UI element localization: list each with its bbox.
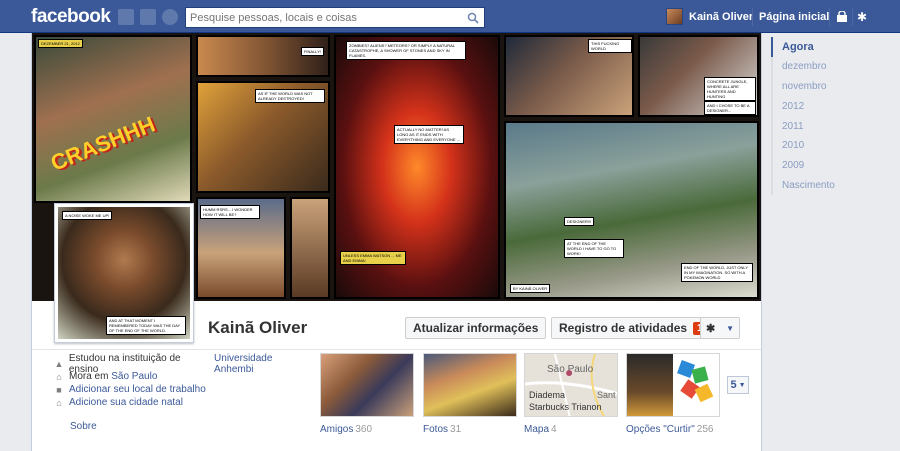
map-tile[interactable]: São Paulo Diadema Starbucks Trianon Sant… [524, 353, 618, 417]
more-count: 5 [730, 379, 737, 391]
photos-label[interactable]: Fotos 31 [423, 424, 461, 435]
profile-name[interactable]: Kainã Oliver [208, 318, 307, 338]
notifications-icon[interactable] [162, 9, 178, 25]
timeline-item-2012[interactable]: 2012 [771, 96, 900, 117]
topbar-profile-link[interactable]: Kainã Oliver [666, 8, 753, 25]
privacy-shortcuts-icon[interactable] [836, 10, 848, 25]
activity-log-button[interactable]: Registro de atividades 1 [551, 317, 715, 339]
comic-caption: DESIGNER!!! [564, 217, 595, 226]
comic-caption: HUMM RSRS... I WONDER HOW IT WILL BE? [200, 205, 260, 219]
comic-caption: AS IF THE WORLD WAS NOT ALREADY DESTROYE… [255, 89, 325, 103]
timeline-item-november[interactable]: novembro [771, 76, 900, 97]
comic-caption: ACTUALLY NO MATTER! AS LONG AS IT ENDS W… [394, 125, 464, 144]
comic-panel-street: DESIGNER!!! AT THE END OF THE WORLD I HA… [504, 121, 759, 299]
topbar-divider [852, 8, 853, 26]
friends-tile[interactable] [320, 353, 414, 417]
settings-dropdown-button[interactable]: ✱ ▼ [700, 317, 740, 339]
comic-caption: AND AT THAT MOMENT I REMEMBERED TODAY WA… [106, 316, 186, 335]
map-label[interactable]: Mapa 4 [524, 424, 557, 435]
likes-label[interactable]: Opções "Curtir" 256 [626, 424, 713, 435]
chevron-down-icon: ▼ [726, 323, 734, 333]
search-icon[interactable] [462, 8, 484, 27]
update-info-button[interactable]: Atualizar informações [405, 317, 547, 339]
map-label: Diadema [529, 390, 566, 400]
comic-panel-crash: DEZEMBER 21, 2012 CRASHHH [34, 35, 192, 203]
gear-icon[interactable]: ✱ [857, 10, 867, 24]
profile-picture[interactable]: A NOISE WOKE ME UP! AND AT THAT MOMENT I… [54, 203, 194, 343]
timeline-item-2009[interactable]: 2009 [771, 155, 900, 176]
comic-panel-finally: FINALLY! [196, 35, 330, 77]
timeline-item-december[interactable]: dezembro [771, 56, 900, 77]
city-link[interactable]: São Paulo [111, 371, 157, 382]
comic-panel-humm: HUMM RSRS... I WONDER HOW IT WILL BE? [196, 197, 286, 299]
comic-caption: CONCRETE JUNGLE, WHERE ALL ARE HUNTERS A… [704, 77, 756, 101]
topbar-user-name: Kainã Oliver [689, 10, 754, 23]
activity-log-label: Registro de atividades [559, 321, 688, 335]
comic-caption: FINALLY! [300, 47, 324, 56]
topbar-divider [829, 8, 830, 26]
home-icon: ⌂ [56, 371, 62, 382]
timeline-item-now[interactable]: Agora [771, 37, 900, 57]
comic-panel-phone: THIS FUCKING WORLD [504, 35, 634, 117]
comic-panel-call: CONCRETE JUNGLE, WHERE ALL ARE HUNTERS A… [638, 35, 759, 117]
like-page-thumb [627, 354, 673, 416]
timeline-nav: Agora dezembro novembro 2012 2011 2010 2… [771, 37, 900, 196]
comic-caption: UNLESS EMMA WATSON ... ME AND EMMA! [340, 251, 406, 265]
about-link[interactable]: Sobre [70, 421, 97, 432]
lives-prefix: Mora em [69, 371, 109, 382]
comic-caption: END OF THE WORLD, JUST ONLY IN MY IMAGIN… [681, 263, 753, 282]
friends-label[interactable]: Amigos 360 [320, 424, 372, 435]
add-hometown-row: ⌂ Adicione sua cidade natal [53, 396, 313, 409]
education-row: ▲ Estudou na instituição de ensino Unive… [53, 353, 313, 375]
messages-icon[interactable] [140, 9, 156, 25]
add-workplace-row: ■ Adicionar seu local de trabalho [53, 383, 313, 396]
avatar [666, 8, 683, 25]
comic-panel-window: AS IF THE WORLD WAS NOT ALREADY DESTROYE… [196, 81, 330, 193]
gear-icon: ✱ [706, 322, 716, 335]
like-page-thumb [677, 360, 715, 406]
map-pin-icon: ● [565, 364, 574, 380]
map-label: Starbucks Trianon [529, 402, 602, 412]
timeline-item-birth[interactable]: Nascimento [771, 175, 900, 196]
add-workplace-link[interactable]: Adicionar seu local de trabalho [69, 384, 206, 395]
divider [32, 349, 761, 350]
briefcase-icon: ■ [56, 384, 62, 395]
profile-page: DEZEMBER 21, 2012 CRASHHH FINALLY! AS IF… [31, 33, 762, 451]
comic-caption: AT THE END OF THE WORLD I HAVE TO GO TO … [564, 239, 624, 258]
comic-caption: ZOMBIES? ALIENS? METEORS? OR SIMPLY A NA… [346, 41, 466, 60]
timeline-item-2010[interactable]: 2010 [771, 135, 900, 156]
comic-caption: AND I CHOSE TO BE A DESIGNER... [704, 101, 756, 115]
friend-requests-icon[interactable] [118, 9, 134, 25]
house-icon: ⌂ [56, 397, 62, 408]
facebook-logo[interactable]: facebook [31, 6, 111, 28]
more-sections-button[interactable]: 5 ▼ [727, 376, 749, 394]
top-bar: facebook Kainã Oliver Página inicial ✱ [0, 0, 900, 33]
home-link[interactable]: Página inicial [759, 11, 829, 23]
search-box [185, 7, 485, 28]
comic-caption: DEZEMBER 21, 2012 [38, 39, 83, 48]
photos-tile[interactable] [423, 353, 517, 417]
comic-caption: THIS FUCKING WORLD [588, 39, 632, 53]
graduation-cap-icon: ▲ [54, 358, 64, 369]
search-input[interactable] [186, 8, 456, 27]
chevron-down-icon: ▼ [738, 381, 746, 389]
comic-caption: BY KAINÃ OLIVER [510, 284, 551, 293]
comic-sfx: CRASHHH [47, 111, 159, 176]
comic-panel-portal: ZOMBIES? ALIENS? METEORS? OR SIMPLY A NA… [334, 35, 500, 299]
profile-info: ▲ Estudou na instituição de ensino Unive… [53, 353, 313, 409]
comic-caption: A NOISE WOKE ME UP! [62, 211, 113, 220]
map-label: Sant [597, 390, 616, 400]
likes-tile[interactable] [626, 353, 720, 417]
education-link[interactable]: Universidade Anhembi [214, 353, 313, 375]
add-hometown-link[interactable]: Adicione sua cidade natal [69, 397, 183, 408]
comic-panel-hand [290, 197, 330, 299]
timeline-item-2011[interactable]: 2011 [771, 116, 900, 136]
topbar-divider [752, 8, 753, 26]
